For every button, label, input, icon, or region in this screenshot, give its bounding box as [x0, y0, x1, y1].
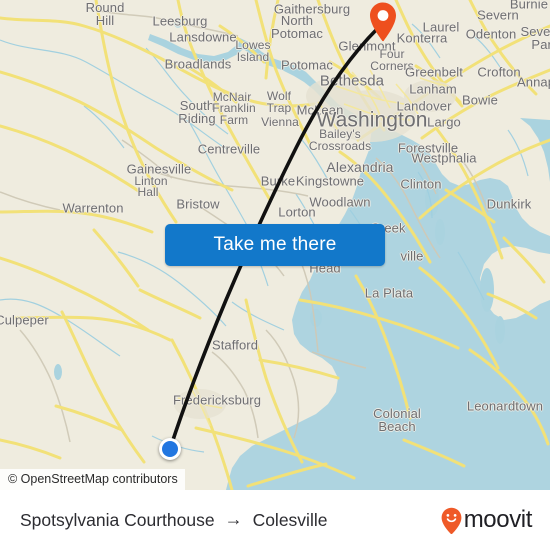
trip-origin-label: Spotsylvania Courthouse: [20, 509, 215, 530]
moovit-logo[interactable]: moovit: [441, 506, 532, 534]
trip-destination-label: Colesville: [252, 509, 328, 530]
origin-dot-marker[interactable]: [159, 438, 181, 460]
map-container[interactable]: Round Hill Leesburg Lansdowne Broadlands Sou…: [0, 0, 550, 490]
osm-attribution[interactable]: © OpenStreetMap contributors: [0, 469, 185, 490]
moovit-wordmark: moovit: [463, 506, 533, 533]
destination-pin-icon[interactable]: [368, 1, 398, 45]
footer-bar: Spotsylvania Courthouse → Colesville moo…: [0, 490, 550, 550]
trip-summary: Spotsylvania Courthouse → Colesville: [20, 510, 441, 531]
moovit-pin-icon: [441, 507, 462, 534]
take-me-there-button[interactable]: Take me there: [165, 224, 385, 266]
arrow-right-icon: →: [224, 509, 243, 529]
